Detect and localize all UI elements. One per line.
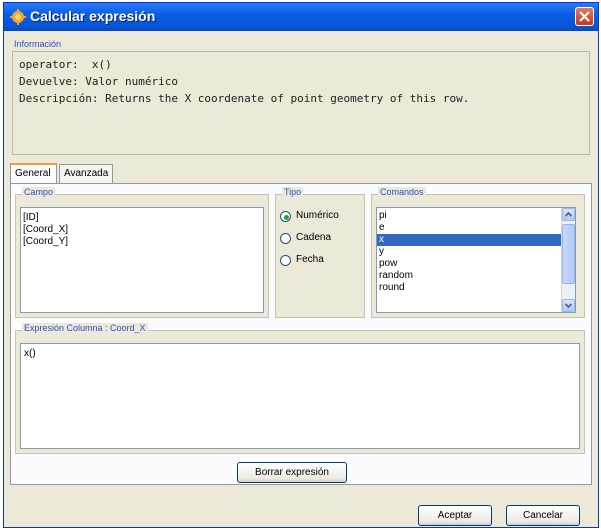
comandos-item-y[interactable]: y (377, 246, 563, 258)
app-icon (10, 9, 26, 25)
radio-cadena-circle (280, 233, 291, 244)
tab-avanzada-label: Avanzada (64, 168, 109, 179)
scroll-thumb[interactable] (562, 224, 575, 284)
campo-item-coord-x[interactable]: [Coord_X] (21, 224, 263, 236)
expresion-group-label: Expresión Columna : Coord_X (22, 323, 148, 333)
campo-list[interactable]: [ID] [Coord_X] [Coord_Y] (20, 207, 264, 313)
comandos-item-random[interactable]: random (377, 270, 563, 282)
comandos-item-round[interactable]: round (377, 282, 563, 294)
accept-button[interactable]: Aceptar (418, 505, 492, 526)
campo-item-id[interactable]: [ID] (21, 212, 263, 224)
info-description-line: Descripción: Returns the X coordenate of… (19, 92, 470, 105)
comandos-item-pow[interactable]: pow (377, 258, 563, 270)
tab-general[interactable]: General (10, 163, 57, 184)
close-button[interactable] (575, 7, 594, 26)
campo-group: Campo [ID] [Coord_X] [Coord_Y] (15, 187, 269, 318)
comandos-scrollbar[interactable] (561, 208, 575, 312)
radio-numerico-label: Numérico (296, 210, 339, 221)
chevron-up-icon (564, 211, 573, 217)
info-group: Información operator: x() Devuelve: Valo… (12, 39, 590, 155)
campo-group-label: Campo (22, 187, 56, 197)
window-title: Calcular expresión (30, 8, 156, 24)
info-returns-line: Devuelve: Valor numérico (19, 75, 178, 88)
radio-cadena-label: Cadena (296, 232, 332, 243)
comandos-item-e[interactable]: e (377, 222, 563, 234)
scroll-up-button[interactable] (562, 208, 575, 221)
title-bar[interactable]: Calcular expresión (4, 3, 598, 31)
comandos-item-pi[interactable]: pi (377, 210, 563, 222)
comandos-group-label: Comandos (378, 187, 426, 197)
tipo-group-label: Tipo (282, 187, 304, 197)
comandos-group: Comandos pi e x y pow random round (371, 187, 585, 318)
tipo-group: Tipo Numérico Cadena Fecha (275, 187, 365, 318)
cancel-button[interactable]: Cancelar (506, 505, 580, 526)
clear-expression-button[interactable]: Borrar expresión (237, 462, 347, 483)
comandos-list[interactable]: pi e x y pow random round (376, 207, 576, 313)
info-text-box: operator: x() Devuelve: Valor numérico D… (12, 51, 590, 155)
expresion-group: Expresión Columna : Coord_X x() (15, 323, 585, 454)
expression-textarea[interactable]: x() (20, 343, 580, 449)
radio-fecha-circle (280, 255, 291, 266)
tab-panel-general: Campo [ID] [Coord_X] [Coord_Y] Tipo Numé… (10, 183, 592, 485)
radio-selected-dot (284, 215, 289, 220)
chevron-down-icon (564, 303, 573, 309)
scroll-down-button[interactable] (562, 299, 575, 312)
info-group-label: Información (14, 39, 62, 49)
radio-numerico-circle (280, 211, 291, 222)
tab-avanzada[interactable]: Avanzada (59, 164, 113, 183)
info-operator-line: operator: x() (19, 58, 112, 71)
comandos-item-x[interactable]: x (377, 234, 563, 246)
dialog-window: Calcular expresión Información operator:… (3, 2, 599, 528)
close-icon (579, 11, 590, 22)
radio-fecha-label: Fecha (296, 254, 324, 265)
tab-general-label: General (15, 168, 51, 179)
campo-item-coord-y[interactable]: [Coord_Y] (21, 236, 263, 248)
